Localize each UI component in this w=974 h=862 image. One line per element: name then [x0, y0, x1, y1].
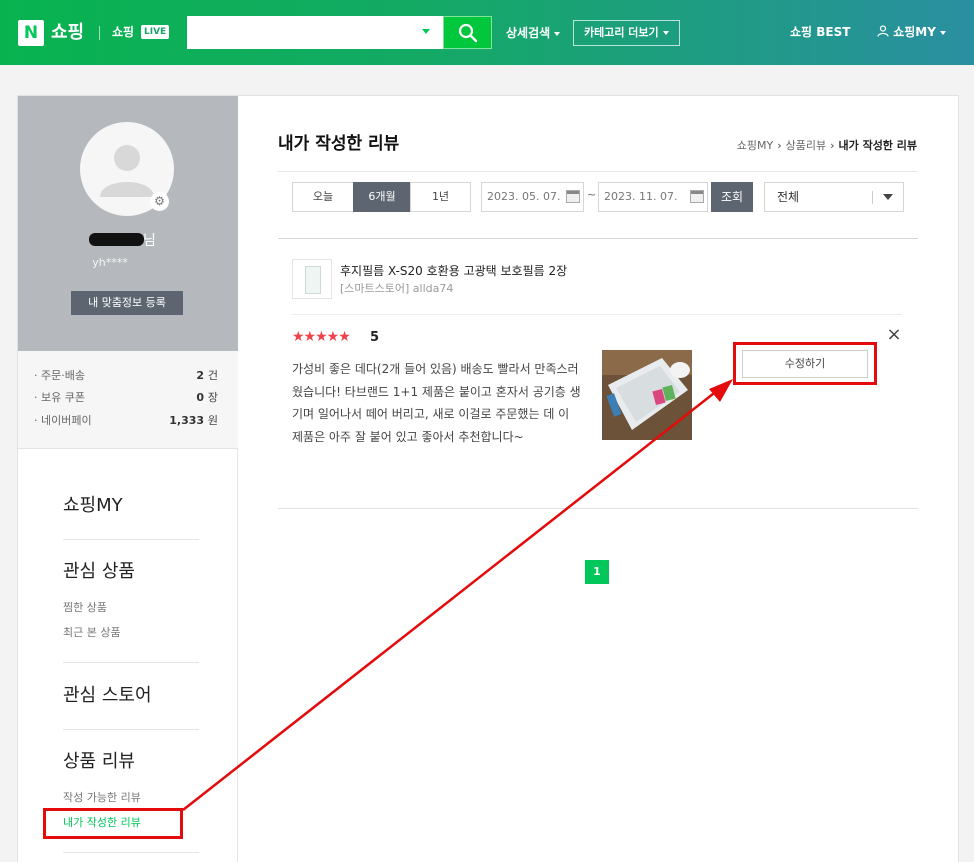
annotation-arrow [182, 379, 733, 811]
